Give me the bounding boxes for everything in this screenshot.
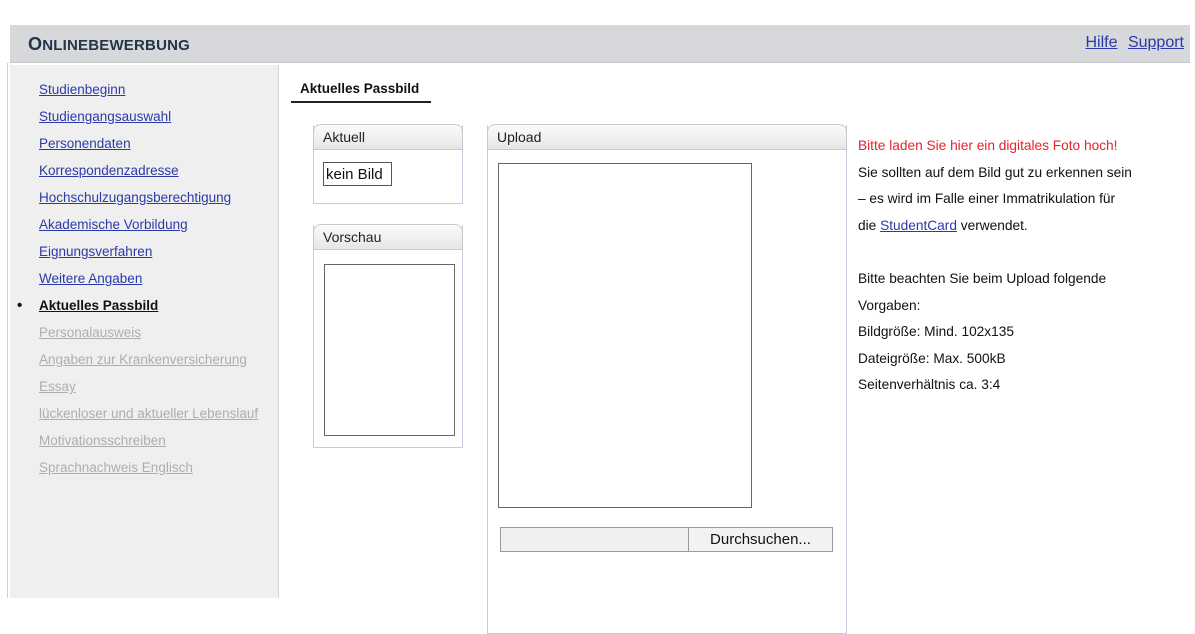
app-title-rest: NLINEBEWERBUNG [42,37,191,54]
sidebar-item-label: Angaben zur Krankenversicherung [39,352,247,367]
app-title: ONLINEBEWERBUNG [28,34,190,55]
aktuell-panel-title: Aktuell [313,124,463,150]
sidebar-item-label: Essay [39,379,76,394]
sidebar-item: Motivationsschreiben [10,433,278,460]
sidebar-item: Essay [10,379,278,406]
sidebar-item[interactable]: Akademische Vorbildung [10,217,278,244]
sidebar-item[interactable]: Korrespondenzadresse [10,163,278,190]
sidebar-item-label[interactable]: Personendaten [39,136,131,151]
browse-button[interactable]: Durchsuchen... [688,527,833,552]
sidebar-item: Personalausweis [10,325,278,352]
file-path-field[interactable] [500,527,689,552]
upload-instructions: Bitte laden Sie hier ein digitales Foto … [858,133,1178,399]
instruction-line: die StudentCard verwendet. [858,213,1178,240]
sidebar: Studienbeginn Studiengangsauswahl Personen… [10,65,279,598]
sidebar-item-label: Aktuelles Passbild [39,298,159,313]
sidebar-item[interactable]: Studienbeginn [10,82,278,109]
sidebar-item[interactable]: Hochschulzugangsberechtigung [10,190,278,217]
instruction-text: die [858,217,881,233]
requirement-line: Seitenverhältnis ca. 3:4 [858,377,1001,392]
requirement-line: Bitte beachten Sie beim Upload folgende [858,271,1107,286]
sidebar-item-label: lückenloser und aktueller Lebenslauf [39,406,259,421]
instruction-line: – es wird im Falle einer Immatrikulation… [858,191,1116,206]
sidebar-item[interactable]: Studiengangsauswahl [10,109,278,136]
sidebar-item[interactable]: Weitere Angaben [10,271,278,298]
sidebar-item-label: Motivationsschreiben [39,433,166,448]
header-links: Hilfe Support [1079,34,1184,52]
upload-warning: Bitte laden Sie hier ein digitales Foto … [858,138,1118,153]
studentcard-link[interactable]: StudentCard [880,218,957,233]
help-link[interactable]: Hilfe [1085,34,1117,51]
upload-drop-area[interactable] [498,163,752,508]
sidebar-item-label: Sprachnachweis Englisch [39,460,193,475]
sidebar-nav: Studienbeginn Studiengangsauswahl Personen… [10,65,278,487]
sidebar-item[interactable]: Eignungsverfahren [10,244,278,271]
vorschau-panel-title: Vorschau [313,224,463,250]
requirement-line: Bildgröße: Mind. 102x135 [858,324,1014,339]
vorschau-panel: Vorschau [313,224,463,448]
upload-panel-title: Upload [487,124,847,150]
sidebar-item-label[interactable]: Studiengangsauswahl [39,109,171,124]
sidebar-item: Angaben zur Krankenversicherung [10,352,278,379]
support-link[interactable]: Support [1128,34,1184,51]
app-title-initial: O [28,34,43,54]
instruction-line: Sie sollten auf dem Bild gut zu erkennen… [858,164,1132,180]
sidebar-item-label[interactable]: Korrespondenzadresse [39,163,179,178]
sidebar-item-label: Personalausweis [39,325,142,340]
page-outline [7,63,8,598]
instruction-text: verwendet. [956,217,1028,233]
current-photo-placeholder: kein Bild [323,162,392,186]
aktuell-panel: Aktuell kein Bild [313,124,463,204]
requirement-line: Vorgaben: [858,297,921,313]
main-content: Aktuelles Passbild Aktuell kein Bild Vor… [279,65,1195,634]
sidebar-item-label[interactable]: Hochschulzugangsberechtigung [39,190,231,205]
sidebar-item: lückenloser und aktueller Lebenslauf [10,406,278,433]
sidebar-item-label[interactable]: Studienbeginn [39,82,125,97]
sidebar-item-label[interactable]: Akademische Vorbildung [39,217,188,232]
sidebar-item-label[interactable]: Weitere Angaben [39,271,142,286]
preview-image-box [324,264,455,436]
requirement-line: Dateigröße: Max. 500kB [858,350,1006,366]
sidebar-item[interactable]: Personendaten [10,136,278,163]
tab-aktuelles-passbild[interactable]: Aktuelles Passbild [291,81,432,103]
header-bar: ONLINEBEWERBUNG Hilfe Support [10,25,1190,63]
sidebar-item: Sprachnachweis Englisch [10,460,278,487]
sidebar-item: Aktuelles Passbild [10,297,278,325]
upload-panel: Upload Durchsuchen... [487,124,847,634]
sidebar-item-label[interactable]: Eignungsverfahren [39,244,152,259]
